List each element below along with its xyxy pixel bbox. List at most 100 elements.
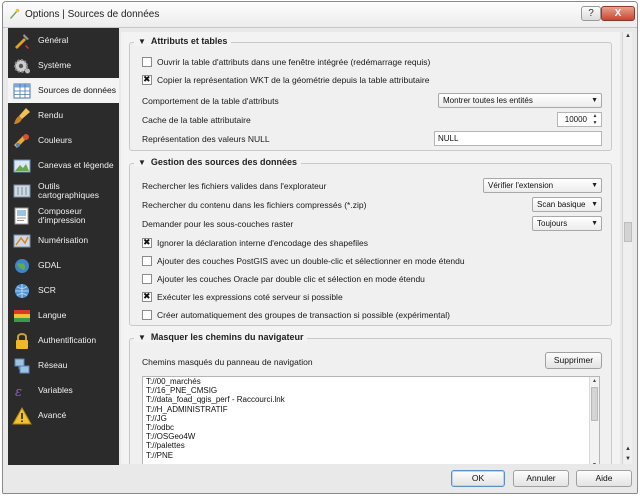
scan-items-select[interactable]: Vérifier l'extension ▼: [483, 178, 602, 193]
help-title-button[interactable]: ?: [581, 6, 601, 21]
panel-scrollbar[interactable]: ▲ ▲ ▼: [622, 32, 632, 464]
oracle-dblclick-option[interactable]: Ajouter les couches Oracle par double cl…: [142, 271, 603, 287]
scrollbar-thumb[interactable]: [624, 222, 632, 242]
hidden-paths-list[interactable]: T://00_marchés T://16_PNE_CMSIG T://data…: [142, 376, 600, 464]
ok-button[interactable]: OK: [451, 470, 505, 487]
scroll-up-icon[interactable]: ▲: [623, 445, 633, 454]
sidebar-item-label: Système: [38, 60, 72, 70]
sublayers-select[interactable]: Toujours ▼: [532, 216, 602, 231]
sidebar-item-canvas-legend[interactable]: Canevas et légende: [8, 153, 119, 178]
sidebar-item-rendering[interactable]: Rendu: [8, 103, 119, 128]
oracle-dblclick-checkbox[interactable]: [142, 274, 152, 284]
list-item[interactable]: T://OSGeo4W: [143, 432, 599, 441]
warning-icon: [12, 406, 32, 424]
sidebar-item-advanced[interactable]: Avancé: [8, 403, 119, 428]
open-docked-option[interactable]: Ouvrir la table d'attributs dans une fen…: [142, 54, 603, 70]
postgis-dblclick-option[interactable]: Ajouter des couches PostGIS avec un doub…: [142, 253, 603, 269]
sidebar-item-label: Langue: [38, 310, 67, 320]
help-button[interactable]: Aide: [576, 470, 632, 487]
sidebar-item-digitizing[interactable]: Numérisation: [8, 228, 119, 253]
list-item[interactable]: T://16_PNE_CMSIG: [143, 386, 599, 395]
crs-globe-icon: [15, 283, 29, 298]
list-item[interactable]: T://H_ADMINISTRATIF: [143, 405, 599, 414]
ignore-encoding-checkbox[interactable]: [142, 237, 152, 248]
sidebar-item-colors[interactable]: Couleurs: [8, 128, 119, 153]
sidebar-item-label: Avancé: [38, 410, 67, 420]
remove-path-button[interactable]: Supprimer: [545, 352, 602, 369]
list-item[interactable]: T://JG: [143, 414, 599, 423]
dropdown-arrow-icon: ▼: [591, 97, 598, 104]
network-icon: [14, 358, 30, 373]
behavior-select[interactable]: Montrer toutes les entités ▼: [438, 93, 602, 108]
palette-icon: [14, 133, 29, 148]
sublayers-label: Demander pour les sous-couches raster: [142, 219, 294, 229]
sidebar-item-gdal[interactable]: GDAL: [8, 253, 119, 278]
sidebar-item-language[interactable]: Langue: [8, 303, 119, 328]
browser-paths-group-header[interactable]: ▼ Masquer les chemins du navigateur: [134, 332, 308, 342]
selected-value: Montrer toutes les entités: [443, 96, 533, 105]
qgis-logo-icon: [10, 8, 20, 19]
null-representation-input[interactable]: NULL: [434, 131, 602, 146]
gear-icon: [14, 58, 30, 73]
data-sources-group-header[interactable]: ▼ Gestion des sources des données: [134, 157, 301, 167]
sidebar-item-label: Réseau: [38, 360, 68, 370]
globe-icon: [15, 258, 29, 273]
scroll-up-icon[interactable]: ▲: [590, 377, 599, 386]
spin-up-icon[interactable]: ▲: [590, 113, 600, 119]
sidebar-item-variables[interactable]: ε Variables: [8, 378, 119, 403]
sidebar-item-label: SCR: [38, 285, 56, 295]
cache-spinbox[interactable]: 10000 ▲ ▼: [557, 112, 602, 127]
copy-wkt-option[interactable]: Copier la représentation WKT de la géomé…: [142, 72, 603, 88]
server-expr-option[interactable]: Exécuter les expressions coté serveur si…: [142, 289, 603, 305]
options-dialog: Options | Sources de données ? X Général…: [2, 1, 638, 494]
option-label: Ajouter les couches Oracle par double cl…: [157, 274, 425, 284]
scroll-up-icon[interactable]: ▲: [623, 32, 633, 41]
dropdown-arrow-icon: ▼: [591, 182, 598, 189]
scrollbar-thumb[interactable]: [591, 387, 598, 421]
option-label: Ignorer la déclaration interne d'encodag…: [157, 238, 368, 248]
scroll-down-icon[interactable]: ▼: [590, 461, 599, 464]
list-item[interactable]: T://odbc: [143, 423, 599, 432]
transaction-groups-checkbox[interactable]: [142, 310, 152, 320]
behavior-label: Comportement de la table d'attributs: [142, 96, 279, 106]
paintbrush-icon: [14, 107, 30, 124]
hidden-paths-row: Chemins masqués du panneau de navigation: [142, 354, 603, 370]
server-expr-checkbox[interactable]: [142, 291, 152, 302]
digitize-icon: [13, 234, 31, 247]
sidebar-item-authentication[interactable]: Authentification: [8, 328, 119, 353]
close-button[interactable]: X: [601, 6, 635, 21]
scroll-down-icon[interactable]: ▼: [623, 455, 633, 464]
sidebar-item-data-sources[interactable]: Sources de données: [8, 78, 119, 103]
tools-icon: [15, 33, 29, 49]
sidebar-item-network[interactable]: Réseau: [8, 353, 119, 378]
ignore-encoding-option[interactable]: Ignorer la déclaration interne d'encodag…: [142, 235, 603, 251]
cache-label: Cache de la table attributaire: [142, 115, 251, 125]
list-item[interactable]: T://PNE: [143, 451, 599, 460]
copy-wkt-checkbox[interactable]: [142, 74, 152, 85]
sidebar-item-label: Canevas et légende: [38, 160, 114, 170]
sidebar-item-crs[interactable]: SCR: [8, 278, 119, 303]
selected-value: Scan basique: [537, 200, 586, 209]
sidebar-item-general[interactable]: Général: [8, 28, 119, 53]
sidebar-item-print-composer[interactable]: Composeur d'impression: [8, 203, 119, 228]
postgis-dblclick-checkbox[interactable]: [142, 256, 152, 266]
list-item[interactable]: T://data_foad_qgis_perf - Raccourci.lnk: [143, 395, 599, 404]
list-scrollbar[interactable]: ▲ ▼: [589, 377, 599, 464]
option-label: Ouvrir la table d'attributs dans une fen…: [157, 57, 431, 67]
spin-down-icon[interactable]: ▼: [590, 120, 600, 126]
option-label: Ajouter des couches PostGIS avec un doub…: [157, 256, 465, 266]
composer-icon: [14, 207, 29, 224]
sidebar-item-label: Composeur d'impression: [38, 205, 86, 225]
cancel-button[interactable]: Annuler: [513, 470, 569, 487]
open-docked-checkbox[interactable]: [142, 57, 152, 67]
dialog-footer: OK Annuler Aide: [3, 465, 637, 493]
attributes-group-header[interactable]: ▼ Attributs et tables: [134, 36, 232, 46]
list-item[interactable]: T://00_marchés: [143, 377, 599, 386]
attributes-group: ▼ Attributs et tables Ouvrir la table d'…: [129, 36, 612, 151]
sidebar-item-system[interactable]: Système: [8, 53, 119, 78]
list-item[interactable]: T://palettes: [143, 441, 599, 450]
collapse-caret-icon: ▼: [138, 332, 146, 342]
zip-scan-select[interactable]: Scan basique ▼: [532, 197, 602, 212]
transaction-groups-option[interactable]: Créer automatiquement des groupes de tra…: [142, 307, 603, 323]
sidebar-item-map-tools[interactable]: Outils cartographiques: [8, 178, 119, 203]
